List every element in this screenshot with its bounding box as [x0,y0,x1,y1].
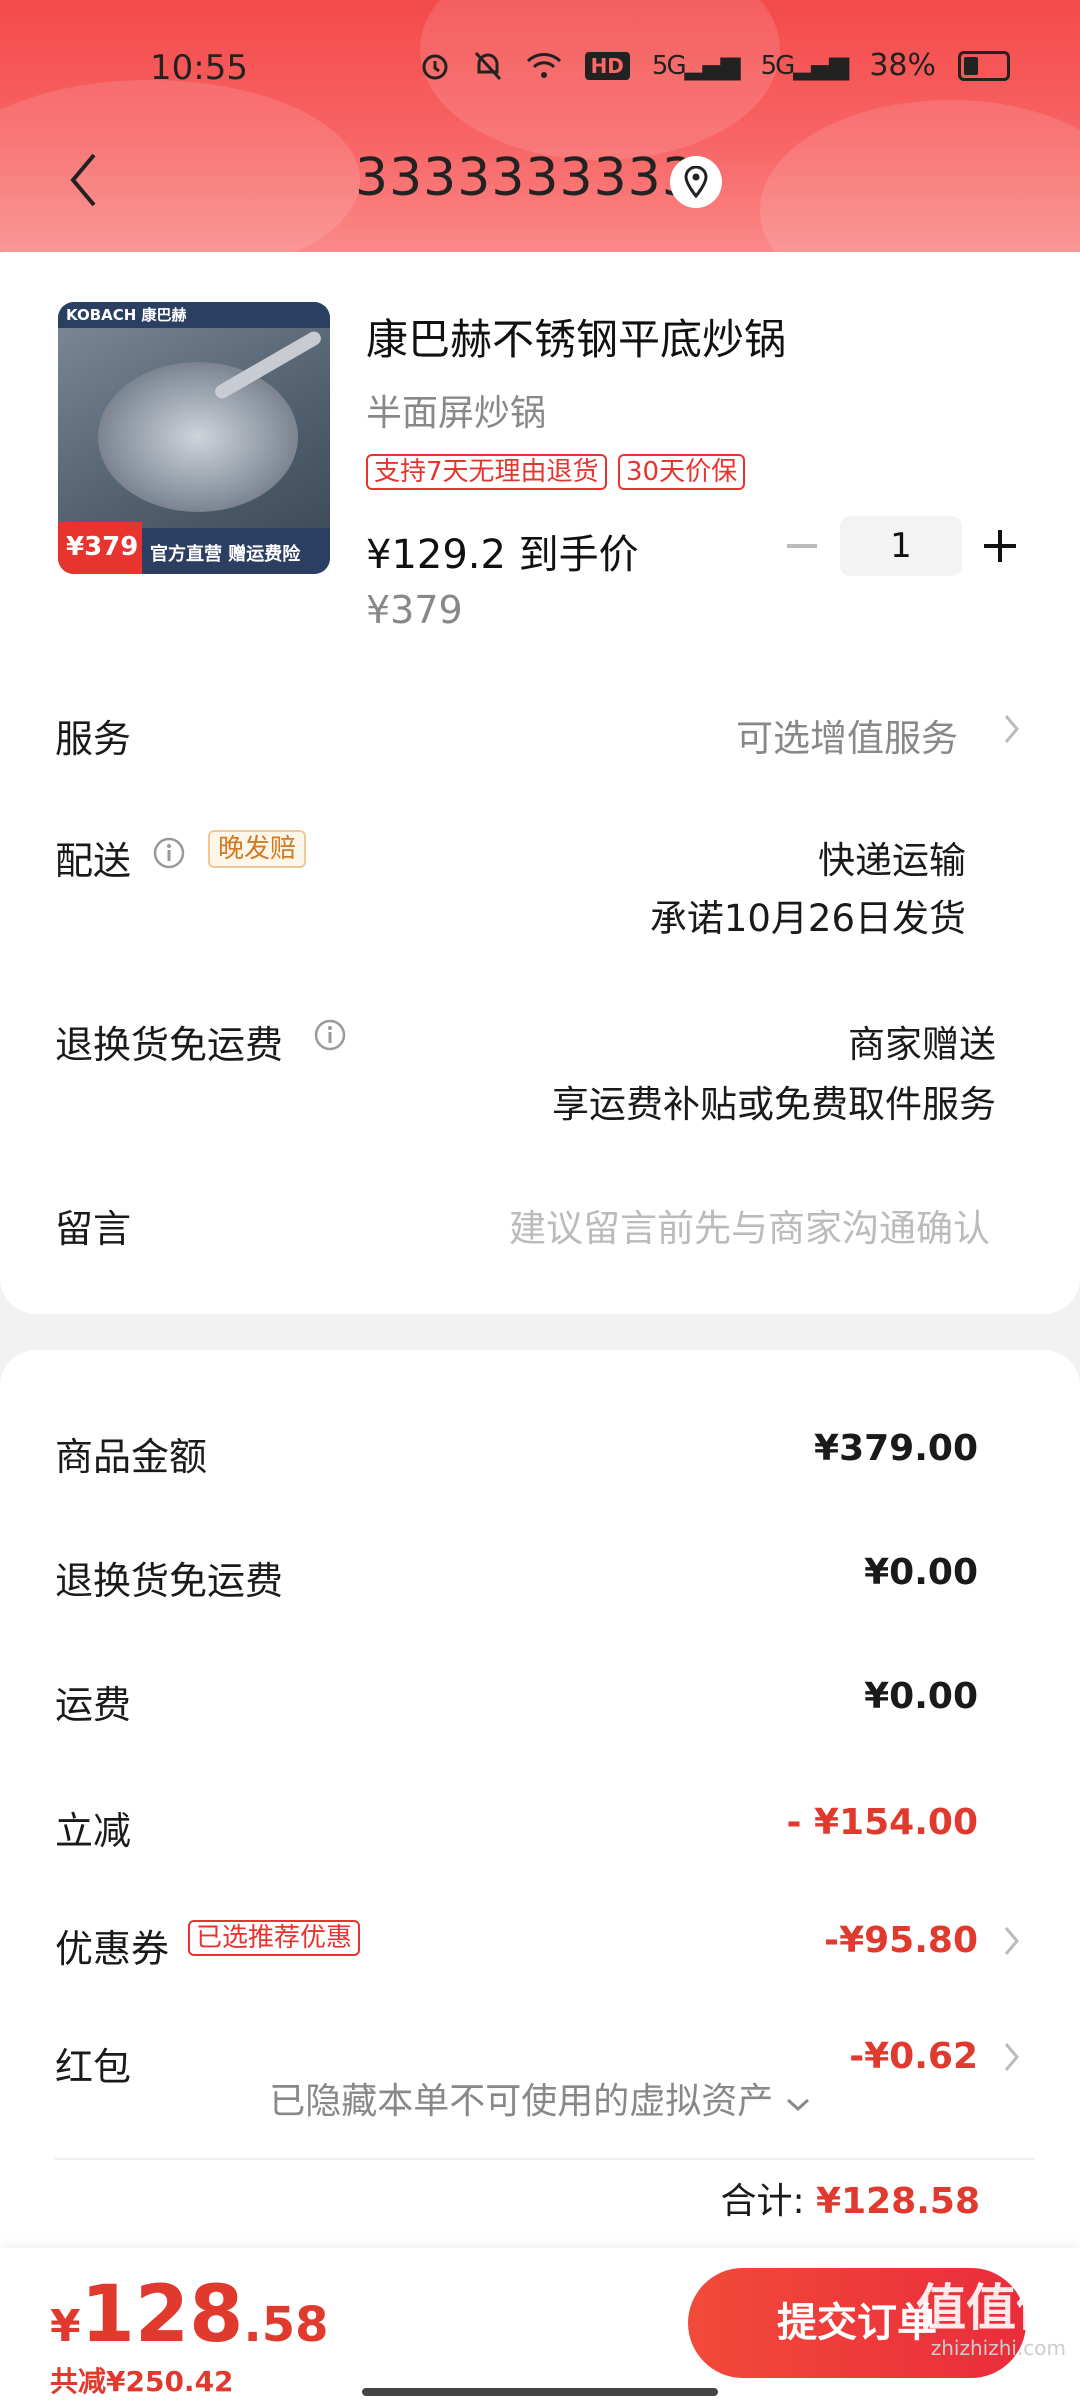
product-subtitle: 半面屏炒锅 [366,393,547,434]
price-summary-card: 商品金额 ¥379.00 退换货免运费 ¥0.00 运费 ¥0.00 立减 - … [0,1350,1080,2400]
battery-icon [958,50,1010,81]
signal-1: 5G▂▄▆ [651,50,741,81]
delivery-promise: 承诺10月26日发货 [649,897,966,940]
info-icon[interactable] [152,836,186,870]
return-fee-value: ¥0.00 [864,1552,978,1593]
header: 10:55 HD 5G▂▄▆ 5G▂▄▆ 38% 3333333333 [0,0,1080,260]
return-fee-label: 退换货免运费 [55,1559,284,1603]
message-input[interactable]: 建议留言前先与商家沟通确认 [509,1198,990,1252]
service-value[interactable]: 可选增值服务 [736,708,958,762]
status-time: 10:55 [150,48,248,88]
delivery-method[interactable]: 快递运输 [818,830,966,884]
goods-amount-label: 商品金额 [55,1435,208,1479]
status-icons: HD 5G▂▄▆ 5G▂▄▆ 38% [419,48,1010,83]
hd-badge: HD [584,51,630,80]
minus-icon [787,544,817,548]
late-delivery-compensation-tag: 晚发赔 [208,830,307,868]
home-indicator[interactable] [362,2388,718,2396]
coupon-value[interactable]: -¥95.80 [824,1920,978,1961]
total-saved: 共减¥250.42 [50,2365,234,2398]
instant-discount-value: - ¥154.00 [786,1802,978,1843]
product-image[interactable]: KOBACH 康巴赫 ¥379 官方直营 赠运费险 [58,302,330,574]
hidden-assets-text: 已隐藏本单不可使用的虚拟资产 [269,2081,774,2122]
service-label: 服务 [55,717,132,761]
back-button[interactable] [58,150,108,210]
image-price: ¥379 [66,532,139,562]
image-caption: 官方直营 赠运费险 [150,544,301,565]
chevron-down-icon [786,2098,809,2112]
product-title[interactable]: 康巴赫不锈钢平底炒锅 [366,306,786,367]
return-shipping-value: 商家赠送 [848,1023,996,1066]
quantity-increase-button[interactable] [980,526,1020,566]
location-pin-icon [684,166,708,198]
page-title[interactable]: 3333333333 [355,148,696,208]
final-price: ¥129.2 到手价 [366,532,639,578]
quantity-input[interactable]: 1 [840,516,962,576]
goods-amount-value: ¥379.00 [814,1428,978,1469]
watermark-url: zhizhizhi.com [930,2336,1066,2360]
chevron-right-icon [1004,2043,1019,2071]
image-brand: KOBACH 康巴赫 [66,306,187,324]
watermark-logo: 值值值 [916,2279,1066,2337]
plus-icon [984,530,1016,562]
battery-text: 38% [869,48,936,83]
instant-discount-label: 立减 [55,1809,132,1853]
signal-2: 5G▂▄▆ [760,50,850,81]
total-price: ¥128.58 [50,2270,329,2360]
quantity-decrease-button[interactable] [782,526,822,566]
subtotal: 合计: ¥128.58 [720,2181,980,2222]
red-packet-value[interactable]: -¥0.62 [849,2036,978,2077]
wifi-icon [526,52,561,78]
info-icon[interactable] [313,1018,347,1052]
delivery-label: 配送 [55,839,132,883]
hidden-assets-toggle[interactable]: 已隐藏本单不可使用的虚拟资产 [0,2072,1080,2124]
price-protect-tag: 30天价保 [618,454,746,490]
original-price: ¥379 [366,588,463,632]
return-policy-tag: 支持7天无理由退货 [366,454,607,490]
alarm-icon [422,54,448,79]
divider [55,2158,1035,2160]
chevron-right-icon [1004,1927,1019,1955]
order-info-card: KOBACH 康巴赫 ¥379 官方直营 赠运费险 康巴赫不锈钢平底炒锅 半面屏… [0,252,1080,1314]
location-button[interactable] [670,156,722,208]
chevron-right-icon [1004,715,1019,743]
message-label: 留言 [55,1207,132,1251]
shipping-label: 运费 [55,1683,132,1727]
return-shipping-detail: 享运费补贴或免费取件服务 [552,1083,996,1126]
shipping-value: ¥0.00 [864,1676,978,1717]
coupon-label: 优惠券 [55,1927,170,1971]
coupon-recommended-tag: 已选推荐优惠 [188,1920,361,1956]
return-shipping-label: 退换货免运费 [55,1023,284,1067]
mute-bell-icon [474,51,501,80]
chevron-left-icon [70,153,96,207]
